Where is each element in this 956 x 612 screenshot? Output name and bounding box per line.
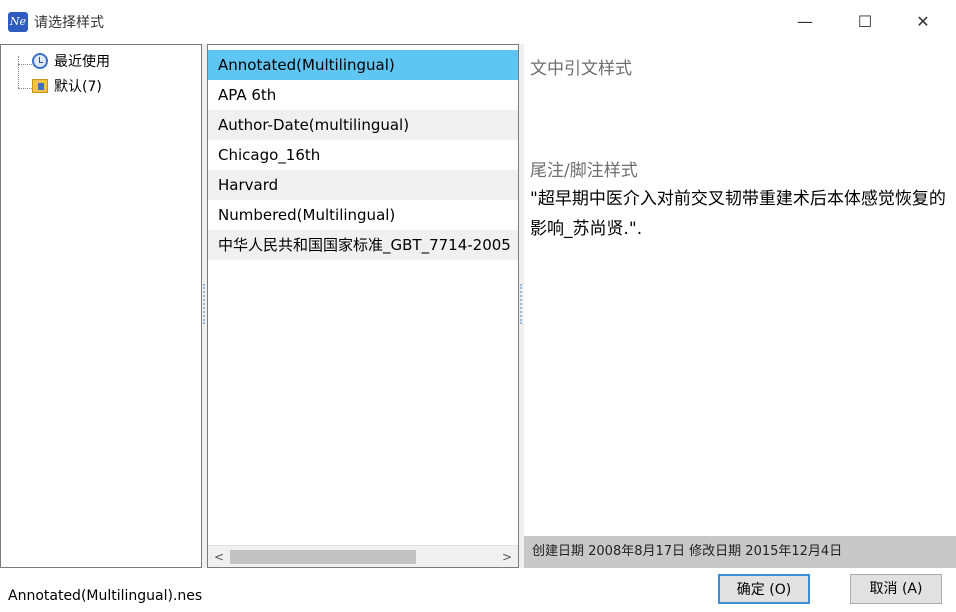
splitter-grip — [203, 284, 205, 324]
horizontal-scrollbar[interactable]: < > — [208, 545, 518, 567]
list-item[interactable]: 中华人民共和国国家标准_GBT_7714-2005 — [208, 230, 518, 260]
tree-item-default[interactable]: 默认(7) — [14, 75, 102, 97]
ok-button[interactable]: 确定 (O) — [718, 574, 810, 604]
footnote-preview: "超早期中医介入对前交叉韧带重建术后本体感觉恢复的影响_苏尚贤.". — [530, 189, 946, 239]
maximize-button[interactable]: ☐ — [842, 6, 888, 38]
title-bar: Ne 请选择样式 — ☐ ✕ — [0, 0, 956, 44]
footnote-style-heading: 尾注/脚注样式 — [530, 161, 638, 181]
window-title: 请选择样式 — [34, 15, 104, 31]
tree-item-label: 最近使用 — [54, 54, 110, 70]
clock-icon — [32, 53, 48, 69]
minimize-button[interactable]: — — [782, 6, 828, 38]
folder-icon — [32, 79, 48, 93]
tree-item-recent[interactable]: 最近使用 — [14, 50, 110, 72]
list-item[interactable]: Author-Date(multilingual) — [208, 110, 518, 140]
style-list-pane: Annotated(Multilingual) APA 6th Author-D… — [207, 44, 519, 568]
tree-item-label: 默认(7) — [54, 79, 102, 95]
cancel-button[interactable]: 取消 (A) — [850, 574, 942, 604]
scroll-right-icon[interactable]: > — [498, 546, 516, 567]
close-button[interactable]: ✕ — [900, 6, 946, 38]
list-item[interactable]: Numbered(Multilingual) — [208, 200, 518, 230]
selected-file-name: Annotated(Multilingual).nes — [8, 588, 203, 604]
list-item[interactable]: Chicago_16th — [208, 140, 518, 170]
list-item[interactable]: APA 6th — [208, 80, 518, 110]
citation-style-heading: 文中引文样式 — [530, 59, 632, 79]
app-icon: Ne — [8, 12, 28, 32]
list-item[interactable]: Harvard — [208, 170, 518, 200]
style-list: Annotated(Multilingual) APA 6th Author-D… — [208, 50, 518, 260]
scroll-left-icon[interactable]: < — [210, 546, 228, 567]
date-info-bar: 创建日期 2008年8月17日 修改日期 2015年12月4日 — [524, 536, 956, 568]
footer-bar: Annotated(Multilingual).nes 确定 (O) 取消 (A… — [0, 568, 956, 612]
scroll-thumb[interactable] — [230, 550, 416, 564]
splitter-grip — [520, 284, 522, 324]
preview-pane: 文中引文样式 尾注/脚注样式 "超早期中医介入对前交叉韧带重建术后本体感觉恢复的… — [524, 44, 956, 568]
folder-tree — [0, 44, 202, 568]
list-item[interactable]: Annotated(Multilingual) — [208, 50, 518, 80]
